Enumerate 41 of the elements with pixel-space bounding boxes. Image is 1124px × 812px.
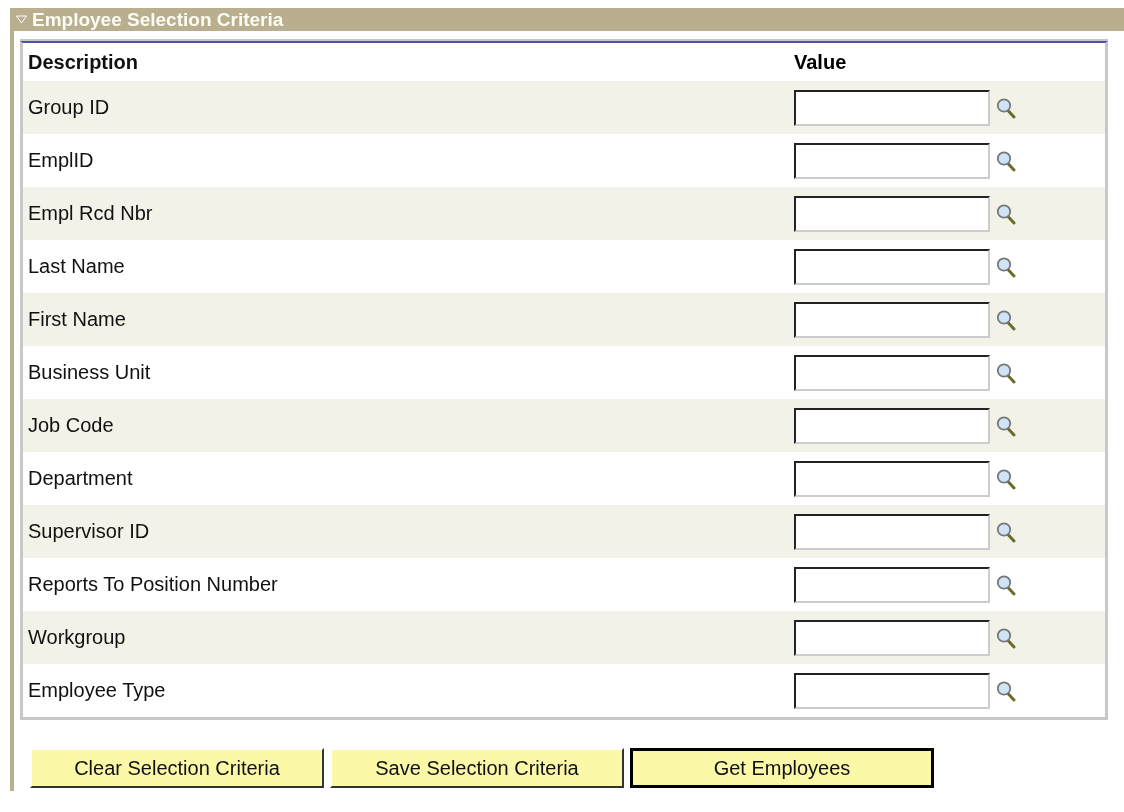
input-field[interactable] [794,672,990,709]
table-cell-text: Empl Rcd Nbr [27,202,154,225]
search-icon[interactable] [996,96,1016,119]
input-field[interactable] [794,407,990,444]
input-field[interactable] [794,195,990,232]
input-field[interactable] [794,354,990,391]
input-field[interactable] [794,89,990,126]
input-field[interactable] [794,619,990,656]
search-icon[interactable] [996,414,1016,437]
search-icon[interactable] [996,467,1016,490]
table-cell-text: Workgroup [27,626,127,649]
action-button[interactable]: Clear Selection Criteria [30,748,324,788]
search-icon[interactable] [996,361,1016,384]
search-icon[interactable] [996,308,1016,331]
search-icon[interactable] [996,626,1016,649]
search-icon[interactable] [996,255,1016,278]
search-icon[interactable] [996,520,1016,543]
column-header: Description [27,50,140,74]
table-cell-text: First Name [27,308,127,331]
table-cell-text: Group ID [27,96,111,119]
input-field[interactable] [794,566,990,603]
search-icon[interactable] [996,573,1016,596]
input-field[interactable] [794,513,990,550]
column-header: Value [794,50,848,74]
input-field[interactable] [794,248,990,285]
table-cell-text: Employee Type [27,679,167,702]
table-cell-text: Department [27,467,134,490]
table-cell-text: Business Unit [27,361,152,384]
table-cell-text: EmplID [27,149,95,172]
input-field[interactable] [794,460,990,497]
table-cell-text: Last Name [27,255,126,278]
table-cell-text: Reports To Position Number [27,573,279,596]
input-field[interactable] [794,142,990,179]
search-icon[interactable] [996,149,1016,172]
action-button[interactable]: Save Selection Criteria [330,748,624,788]
table-cell-text: Supervisor ID [27,520,151,543]
action-button[interactable]: Get Employees [630,748,934,788]
search-icon[interactable] [996,679,1016,702]
table-cell-text: Job Code [27,414,115,437]
input-field[interactable] [794,301,990,338]
search-icon[interactable] [996,202,1016,225]
